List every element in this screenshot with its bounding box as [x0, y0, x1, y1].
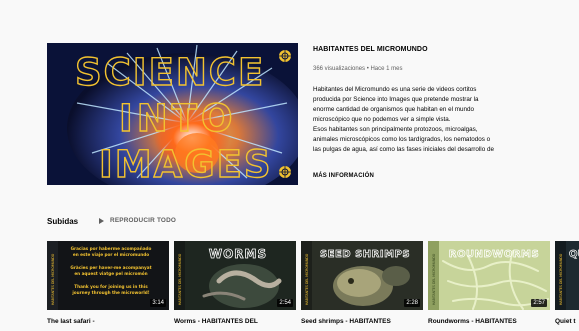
more-info-link[interactable]: MÁS INFORMACIÓN — [313, 173, 374, 179]
uploads-shelf: Gracias por haberme acompañado en este v… — [47, 241, 579, 331]
description-line: enorme cantidad de organismos que habita… — [313, 106, 475, 113]
video-title[interactable]: Roundworms - HABITANTES — [428, 318, 550, 326]
featured-video-description: Habitantes del Micromundo es una serie d… — [313, 85, 553, 155]
thumb-word-into: INTO — [119, 97, 236, 140]
thumb-banner: WORMS — [209, 247, 267, 261]
video-title[interactable]: Seed shrimps - HABITANTES — [301, 318, 423, 326]
video-thumbnail[interactable]: SEED SHRIMPS HABITANTES DEL MICROMUNDO 2… — [301, 241, 423, 310]
video-thumbnail[interactable]: QU HABITANTES DEL MICROMUNDO — [555, 241, 579, 310]
thumbnail-art: QU HABITANTES DEL MICROMUNDO — [555, 241, 579, 310]
play-all-button[interactable]: REPRODUCIR TODO — [99, 217, 176, 224]
side-label: HABITANTES DEL MICROMUNDO — [178, 253, 182, 305]
video-title[interactable]: The last safari - — [47, 318, 169, 326]
overlay-line: en aquest viatge pel micromón — [74, 271, 147, 276]
video-title[interactable]: Worms - HABITANTES DEL — [174, 318, 296, 326]
side-label: HABITANTES DEL MICROMUNDO — [432, 253, 436, 305]
video-thumbnail[interactable]: ROUNDWORMS HABITANTES DEL MICROMUNDO 2:5… — [428, 241, 550, 310]
video-card-quiet[interactable]: QU HABITANTES DEL MICROMUNDO Quiet t — [555, 241, 579, 326]
overlay-line: en este viaje por el micromundo — [73, 252, 149, 257]
video-card-worms[interactable]: WORMS HABITANTES DEL MICROMUNDO 2:54 Wor… — [174, 241, 296, 326]
thumb-banner: ROUNDWORMS — [449, 249, 539, 260]
side-label: HABITANTES DEL MICROMUNDO — [51, 253, 55, 305]
duration-badge: 2:54 — [277, 299, 293, 307]
thumb-word-images: IMAGES — [99, 143, 273, 185]
thumb-banner: QU — [569, 249, 579, 260]
description-line: producida por Science into Images que pr… — [313, 96, 479, 103]
top-strip — [0, 0, 579, 22]
featured-thumbnail-art: SCIENCE INTO IMAGES — [47, 43, 298, 185]
play-all-label: REPRODUCIR TODO — [110, 217, 177, 224]
thumb-word-science: SCIENCE — [75, 51, 265, 94]
overlay-line: journey through the microworld! — [71, 290, 149, 295]
play-icon — [99, 217, 104, 224]
video-card-roundworms[interactable]: ROUNDWORMS HABITANTES DEL MICROMUNDO 2:5… — [428, 241, 550, 326]
description-line: las pulgas de agua, así como las fases i… — [313, 146, 494, 153]
overlay-line: Thank you for joining us in this — [74, 284, 148, 289]
overlay-line: Gràcies per haver-me acompanyat — [70, 265, 151, 270]
corner-logo-top — [279, 50, 291, 62]
featured-video-meta: 366 visualizaciones • Hace 1 mes — [313, 66, 403, 72]
video-title[interactable]: Quiet t — [555, 318, 579, 326]
description-line: Habitantes del Micromundo es una serie d… — [313, 86, 477, 93]
overlay-line: Gracias por haberme acompañado — [71, 246, 152, 251]
video-card-last-safari[interactable]: Gracias por haberme acompañado en este v… — [47, 241, 169, 326]
uploads-shelf-title[interactable]: Subidas — [47, 217, 78, 226]
featured-video-title[interactable]: HABITANTES DEL MICROMUNDO — [313, 46, 428, 53]
video-thumbnail[interactable]: WORMS HABITANTES DEL MICROMUNDO 2:54 — [174, 241, 296, 310]
corner-logo-bottom — [279, 166, 291, 178]
video-card-seed-shrimps[interactable]: SEED SHRIMPS HABITANTES DEL MICROMUNDO 2… — [301, 241, 423, 326]
thumb-banner: SEED SHRIMPS — [320, 249, 410, 260]
video-thumbnail[interactable]: Gracias por haberme acompañado en este v… — [47, 241, 169, 310]
duration-badge: 2:28 — [404, 299, 420, 307]
duration-badge: 2:57 — [531, 299, 547, 307]
description-line: Esos habitantes son principalmente proto… — [313, 126, 478, 133]
description-line: animales microscópicos como los tardígra… — [313, 136, 491, 143]
side-label: HABITANTES DEL MICROMUNDO — [559, 253, 563, 305]
description-line: microscópico que no podemos ver a simple… — [313, 116, 451, 123]
featured-video-thumbnail[interactable]: SCIENCE INTO IMAGES — [47, 43, 298, 185]
side-label: HABITANTES DEL MICROMUNDO — [305, 253, 309, 305]
duration-badge: 3:14 — [150, 299, 166, 307]
channel-page: SCIENCE INTO IMAGES HABITANTES DEL MICRO… — [0, 0, 579, 331]
